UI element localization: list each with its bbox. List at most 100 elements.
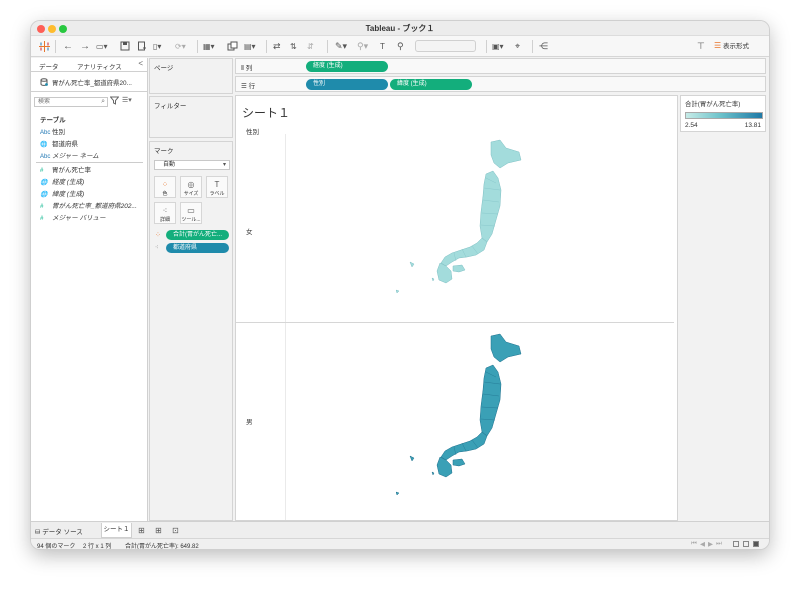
field-item[interactable]: # 胃がん死亡率 [40,164,91,174]
clear-sheet-icon[interactable]: ▤▾ [244,41,256,52]
data-pane: データ アナリティクス < 胃がん死亡率_都道府県20... ⌕ ☰▾ テーブル… [31,58,148,521]
tab-view-icon[interactable] [733,541,739,547]
size-button[interactable]: ◎ サイズ [180,176,202,198]
color-icon: ⁘ [161,180,169,189]
highlight-icon[interactable]: ✎▾ [335,41,347,52]
share-icon[interactable]: ⋲ [539,41,548,52]
database-icon [40,78,48,86]
group-members-icon[interactable]: ⚲▾ [357,41,368,52]
new-worksheet-tab-icon[interactable]: ⊞ [138,526,145,535]
status-sum: 合計(胃がん死亡率): 649.82 [125,544,199,549]
tab-sheet-1[interactable]: シート１ [101,523,132,538]
columns-shelf-label: ⦀ 列 [241,65,253,72]
field-item[interactable]: 🌐 都道府県 [40,138,78,148]
new-data-source-icon[interactable] [137,41,147,52]
fix-axes-icon[interactable]: ⚲ [397,41,404,52]
detail-pill[interactable]: 都道府県 [166,243,229,253]
toolbar: ← → ▭▾ ▯▾ ⟳▾ ▦▾ ▤▾ ⇄ ⇅ ⇵ ✎▾ ⚲▾ T ⚲ ▣▾ ⌖ … [31,36,769,57]
worksheet-view[interactable]: シート１ 性別 女 男 [235,95,678,521]
collapse-pane-button[interactable]: < [138,59,143,68]
color-pill[interactable]: 合計(胃がん死亡... [166,230,229,240]
color-legend[interactable]: 合計(胃がん死亡率) 2.54 13.81 [680,95,766,132]
tooltip-button[interactable]: ▭ ツール... [180,202,202,224]
japan-map-male[interactable] [396,332,546,508]
swap-rows-columns-icon[interactable]: ⇄ [273,41,281,52]
color-encoding-icon: ⁘ [155,232,161,239]
new-worksheet-icon[interactable]: ▦▾ [203,41,215,52]
rows-shelf[interactable]: ☰ 行 性別 緯度 (生成) [235,76,766,92]
show-me-button[interactable]: ☰ 表示形式 [714,40,749,52]
number-type-icon: # [40,204,44,210]
tab-data-source[interactable]: ⛁ データ ソース [35,526,83,536]
columns-icon: ⦀ [241,65,244,72]
sort-ascending-icon[interactable]: ⇅ [290,41,297,52]
filters-card[interactable]: フィルター [149,96,233,138]
tab-data[interactable]: データ [39,61,59,71]
next-sheet-icon[interactable]: ▶ [708,540,713,548]
show-hide-cards-icon[interactable]: ▣▾ [492,41,504,52]
new-dashboard-tab-icon[interactable]: ⊞ [155,526,162,535]
search-icon: ⌕ [101,98,105,105]
field-item[interactable]: # メジャー バリュー [40,212,105,222]
detail-button[interactable]: ⁖ 詳細 [154,202,176,224]
string-type-icon: Abc [40,154,51,160]
grid-view-icon[interactable] [753,541,759,547]
number-type-icon: # [40,168,44,174]
database-icon: ⛁ [35,529,41,536]
rows-shelf-label: ☰ 行 [241,83,256,90]
view-options-icon[interactable]: ☰▾ [122,96,132,104]
prev-sheet-icon[interactable]: ◀ [700,540,705,548]
filmstrip-view-icon[interactable] [743,541,749,547]
redo-icon[interactable]: → [80,41,90,52]
label-button[interactable]: T ラベル [206,176,228,198]
title-bar: Tableau - ブック１ [31,21,769,36]
status-mark-count: 94 個のマーク [37,544,76,549]
field-item[interactable]: # 胃がん死亡率_都道府県202... [40,200,137,210]
gender-pill[interactable]: 性別 [306,79,388,90]
japan-map-female[interactable] [396,138,546,300]
field-item[interactable]: Abc 性別 [40,126,65,136]
map-shapes-male [396,333,522,496]
pages-card[interactable]: ページ [149,58,233,94]
detail-icon: ⁖ [162,206,168,215]
new-story-tab-icon[interactable]: ⊡ [172,526,179,535]
fit-dropdown[interactable] [415,40,476,52]
legend-title: 合計(胃がん死亡率) [685,101,741,108]
save-icon[interactable] [120,41,130,52]
search-box[interactable]: ⌕ [34,97,108,107]
sheet-title: シート１ [242,106,291,120]
field-item[interactable]: 🌐 経度 (生成) [40,176,84,186]
row-label-female: 女 [246,229,253,236]
columns-shelf[interactable]: ⦀ 列 経度 (生成) [235,58,766,74]
latitude-pill[interactable]: 緯度 (生成) [390,79,472,90]
refresh-icon[interactable]: ⟳▾ [175,41,186,52]
marks-card: マーク 自動 ▾ ⁘ 色 ◎ サイズ T ラベル ⁖ 詳細 ▭ ツール... ⁘ 合計(胃… [149,141,233,521]
filter-icon[interactable] [109,96,120,107]
tooltip-toggle-icon[interactable]: ⊤ [697,41,705,52]
presentation-mode-icon[interactable]: ⌖ [515,41,520,52]
filters-card-title: フィルター [154,103,187,110]
duplicate-sheet-icon[interactable] [227,41,238,52]
show-me-icon: ☰ [714,41,722,50]
first-sheet-icon[interactable]: ⏮ [691,540,697,548]
search-input[interactable] [35,98,91,106]
pause-updates-icon[interactable]: ▯▾ [153,41,161,52]
detail-encoding-icon: ⁖ [155,245,159,251]
globe-icon: 🌐 [40,192,48,198]
field-item[interactable]: 🌐 緯度 (生成) [40,188,84,198]
longitude-pill[interactable]: 経度 (生成) [306,61,388,72]
mark-type-dropdown[interactable]: 自動 ▾ [154,160,230,170]
sheet-tab-bar: ⛁ データ ソース シート１ ⊞ ⊞ ⊡ [31,521,769,538]
last-sheet-icon[interactable]: ⏭ [716,540,722,548]
data-source-item[interactable]: 胃がん死亡率_都道府県20... [31,72,147,92]
show-mark-labels-icon[interactable]: T [380,41,385,52]
sort-descending-icon[interactable]: ⇵ [307,41,314,52]
tableau-logo-icon[interactable] [39,41,50,52]
color-button[interactable]: ⁘ 色 [154,176,176,198]
undo-icon[interactable]: ← [63,41,73,52]
status-bar: 94 個のマーク 2 行 x 1 列 合計(胃がん死亡率): 649.82 ⏮ … [31,538,769,549]
field-item[interactable]: Abc メジャー ネーム [40,150,99,160]
tab-analytics[interactable]: アナリティクス [77,61,122,71]
window-title: Tableau - ブック１ [365,24,435,33]
data-source-icon[interactable]: ▭▾ [96,41,108,52]
